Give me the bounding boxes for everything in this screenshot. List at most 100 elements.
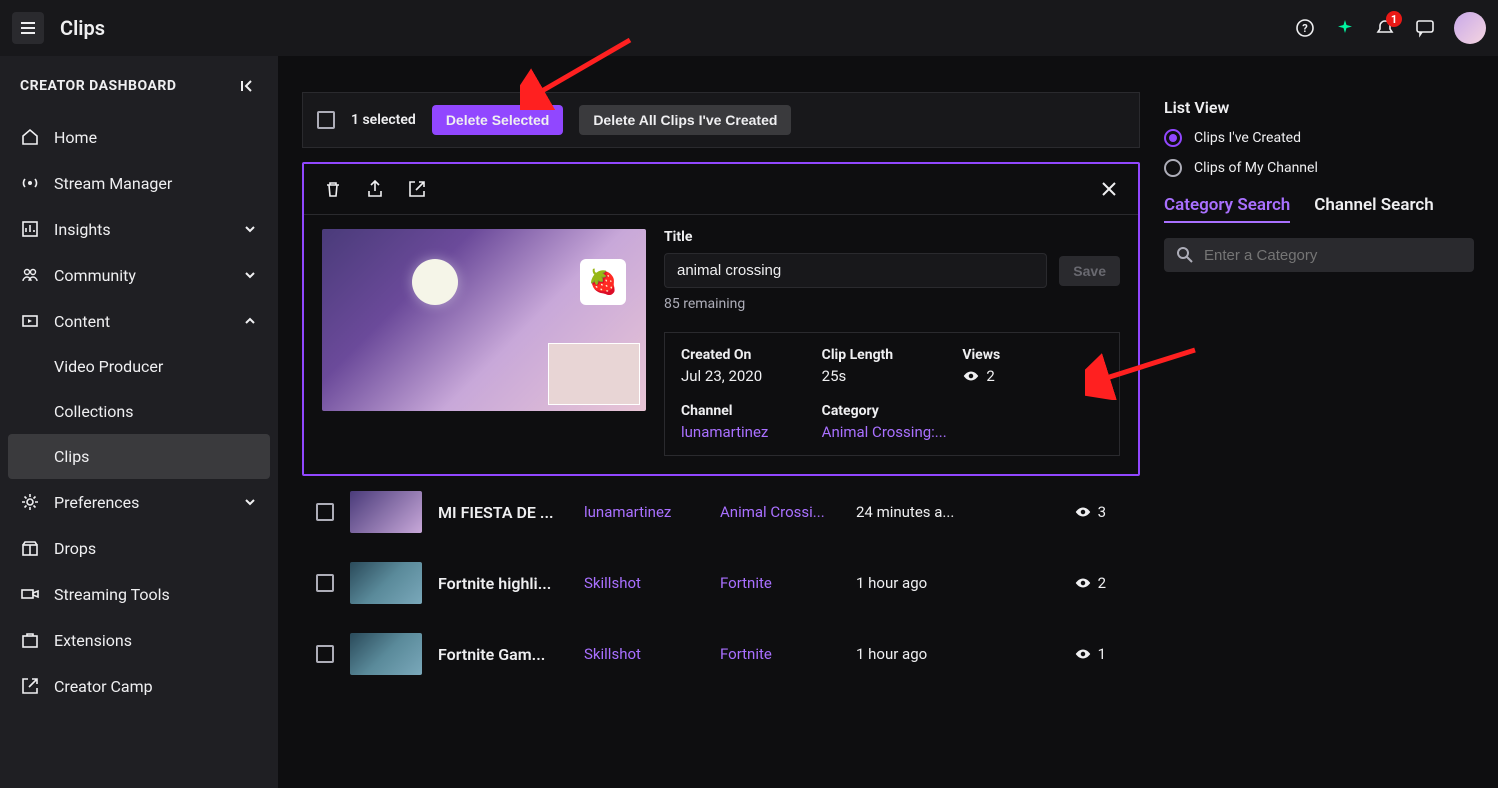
- collapse-sidebar-button[interactable]: [238, 76, 258, 96]
- camera-icon: [20, 584, 40, 604]
- row-channel[interactable]: Skillshot: [584, 574, 704, 592]
- notifications-button[interactable]: 1: [1374, 17, 1396, 39]
- row-category[interactable]: Animal Crossi...: [720, 503, 840, 521]
- main-content: 1 selected Delete Selected Delete All Cl…: [302, 92, 1140, 788]
- chevron-down-icon: [242, 267, 258, 283]
- nav-label: Home: [54, 128, 97, 147]
- sidebar-item-community[interactable]: Community: [0, 252, 278, 298]
- sidebar-item-preferences[interactable]: Preferences: [0, 479, 278, 525]
- sparkle-icon: [1335, 18, 1355, 38]
- sidebar-item-creator-camp[interactable]: Creator Camp: [0, 663, 278, 709]
- category-link[interactable]: Animal Crossing:...: [822, 423, 963, 441]
- tab-channel-search[interactable]: Channel Search: [1314, 195, 1433, 223]
- home-icon: [20, 127, 40, 147]
- row-thumbnail[interactable]: [350, 562, 422, 604]
- clip-row[interactable]: Fortnite highli... Skillshot Fortnite 1 …: [302, 547, 1140, 618]
- row-title: MI FIESTA DE ...: [438, 503, 568, 522]
- row-channel[interactable]: Skillshot: [584, 645, 704, 663]
- eye-icon: [1074, 645, 1092, 663]
- popout-button[interactable]: [406, 178, 428, 200]
- sidebar-item-extensions[interactable]: Extensions: [0, 617, 278, 663]
- delete-all-button[interactable]: Delete All Clips I've Created: [579, 105, 791, 135]
- sidebar-item-insights[interactable]: Insights: [0, 206, 278, 252]
- trash-icon: [323, 179, 343, 199]
- nav-label: Drops: [54, 539, 96, 558]
- sidebar-item-drops[interactable]: Drops: [0, 525, 278, 571]
- help-icon: ?: [1295, 18, 1315, 38]
- radio-clips-channel[interactable]: Clips of My Channel: [1164, 159, 1474, 177]
- extensions-icon: [20, 630, 40, 650]
- row-category[interactable]: Fortnite: [720, 574, 840, 592]
- row-checkbox[interactable]: [316, 503, 334, 521]
- chevron-down-icon: [242, 494, 258, 510]
- channel-link[interactable]: lunamartinez: [681, 423, 822, 441]
- created-on-label: Created On: [681, 347, 822, 363]
- close-button[interactable]: [1098, 178, 1120, 200]
- row-title: Fortnite highli...: [438, 574, 568, 593]
- row-time: 24 minutes a...: [856, 503, 986, 521]
- category-search-input[interactable]: [1204, 247, 1462, 264]
- radio-icon: [1164, 129, 1182, 147]
- share-button[interactable]: [364, 178, 386, 200]
- selected-count: 1 selected: [351, 112, 416, 128]
- row-views: 1: [1074, 645, 1126, 663]
- clip-length-label: Clip Length: [822, 347, 963, 363]
- channel-label: Channel: [681, 403, 822, 419]
- share-icon: [365, 179, 385, 199]
- external-icon: [20, 676, 40, 696]
- radio-clips-created[interactable]: Clips I've Created: [1164, 129, 1474, 147]
- row-thumbnail[interactable]: [350, 633, 422, 675]
- close-icon: [1100, 180, 1118, 198]
- clip-thumbnail[interactable]: 🍓: [322, 229, 646, 411]
- nav-label: Community: [54, 266, 136, 285]
- sidebar-item-stream-manager[interactable]: Stream Manager: [0, 160, 278, 206]
- menu-button[interactable]: [12, 12, 44, 44]
- search-icon: [1176, 246, 1194, 264]
- sparkle-button[interactable]: [1334, 17, 1356, 39]
- sidebar-item-clips[interactable]: Clips: [8, 434, 270, 479]
- delete-selected-button[interactable]: Delete Selected: [432, 105, 564, 135]
- row-time: 1 hour ago: [856, 645, 986, 663]
- tab-category-search[interactable]: Category Search: [1164, 195, 1290, 223]
- whispers-button[interactable]: [1414, 17, 1436, 39]
- sidebar-item-home[interactable]: Home: [0, 114, 278, 160]
- avatar[interactable]: [1454, 12, 1486, 44]
- row-category[interactable]: Fortnite: [720, 645, 840, 663]
- eye-icon: [1074, 503, 1092, 521]
- sidebar-item-streaming-tools[interactable]: Streaming Tools: [0, 571, 278, 617]
- category-label: Category: [822, 403, 963, 419]
- chat-icon: [1415, 18, 1435, 38]
- svg-text:?: ?: [1302, 22, 1308, 35]
- row-title: Fortnite Gam...: [438, 645, 568, 664]
- clip-row[interactable]: MI FIESTA DE ... lunamartinez Animal Cro…: [302, 476, 1140, 547]
- search-box: [1164, 238, 1474, 272]
- hamburger-icon: [19, 19, 37, 37]
- sidebar-item-collections[interactable]: Collections: [0, 389, 278, 434]
- nav-label: Insights: [54, 220, 111, 239]
- metadata-box: Created On Jul 23, 2020 Clip Length 25s …: [664, 332, 1120, 456]
- row-channel[interactable]: lunamartinez: [584, 503, 704, 521]
- title-input[interactable]: [664, 253, 1047, 288]
- nav-label: Creator Camp: [54, 677, 153, 696]
- delete-button[interactable]: [322, 178, 344, 200]
- radio-label: Clips of My Channel: [1194, 160, 1318, 176]
- select-all-checkbox[interactable]: [317, 111, 335, 129]
- eye-icon: [962, 367, 980, 385]
- help-button[interactable]: ?: [1294, 17, 1316, 39]
- row-thumbnail[interactable]: [350, 491, 422, 533]
- row-time: 1 hour ago: [856, 574, 986, 592]
- save-button[interactable]: Save: [1059, 256, 1120, 286]
- eye-icon: [1074, 574, 1092, 592]
- row-checkbox[interactable]: [316, 645, 334, 663]
- list-view-heading: List View: [1164, 98, 1474, 117]
- clip-row[interactable]: Fortnite Gam... Skillshot Fortnite 1 hou…: [302, 618, 1140, 689]
- sidebar-item-video-producer[interactable]: Video Producer: [0, 344, 278, 389]
- row-views: 3: [1074, 503, 1126, 521]
- row-checkbox[interactable]: [316, 574, 334, 592]
- views-value: 2: [962, 367, 1103, 385]
- sidebar-item-content[interactable]: Content: [0, 298, 278, 344]
- radio-icon: [1164, 159, 1182, 177]
- views-label: Views: [962, 347, 1103, 363]
- nav-label: Stream Manager: [54, 174, 172, 193]
- clip-length-value: 25s: [822, 367, 963, 385]
